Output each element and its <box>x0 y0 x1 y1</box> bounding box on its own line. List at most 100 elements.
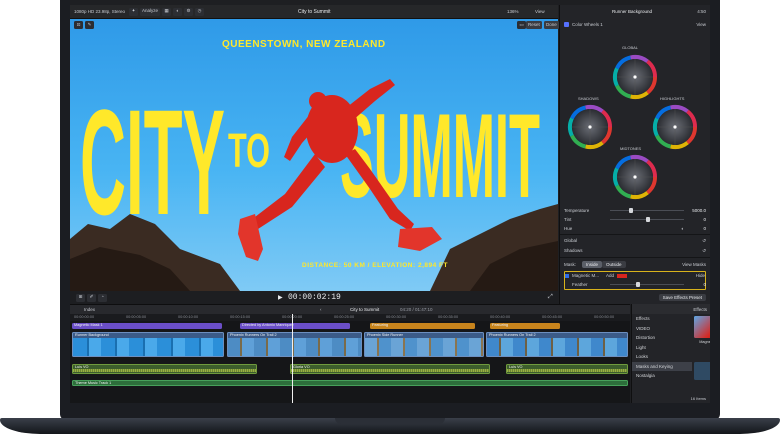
tint-slider[interactable] <box>610 216 684 222</box>
save-effects-preset-button[interactable]: Save Effects Preset <box>658 294 706 301</box>
temperature-label: Temperature <box>564 208 590 213</box>
speaker-icon[interactable]: ◐ <box>173 7 183 16</box>
viewer-view-menu[interactable]: View <box>535 9 545 14</box>
grid-icon[interactable]: ▦ <box>162 7 172 16</box>
clip-label: Luis VO <box>509 365 523 369</box>
mask-inside-button[interactable]: Inside <box>582 261 603 268</box>
tint-value[interactable]: 0 <box>688 217 706 222</box>
mask-checkbox[interactable] <box>565 274 569 278</box>
viewer-transport-bar: ⊞ ✐ ◔ ▶ 00:00:02:19 ⤢ <box>70 291 558 304</box>
timeline-clip[interactable]: Featuring <box>490 323 560 329</box>
mask-hide-button[interactable]: Hide <box>696 273 705 278</box>
effects-category[interactable]: Masks and Keying <box>632 361 692 371</box>
feather-row[interactable]: Feather 0 <box>564 280 706 289</box>
color-wheel-highlights[interactable] <box>653 105 697 149</box>
effects-category[interactable]: VIDEO <box>632 324 692 334</box>
effect-thumbnail[interactable] <box>694 362 710 380</box>
mask-view-icon[interactable]: ▭ <box>517 21 526 29</box>
timeline-clip[interactable]: Gloria VO <box>290 364 490 374</box>
ruler-tick-label: 00:00:25:00 <box>334 315 355 319</box>
timeline-clip[interactable]: Phoenix Runners On Trail 2 <box>486 332 628 357</box>
effect-name-row[interactable]: Color Wheels 1 View <box>564 20 706 29</box>
shadows-section[interactable]: Shadows ↺ <box>564 246 706 255</box>
tint-row[interactable]: Tint 0 <box>564 215 706 224</box>
final-cut-pro-window: 1080p HD 23.98p, Stereo ✦ Analyze ▦ ◐ ⚙ … <box>70 0 710 403</box>
reset-button[interactable]: Reset <box>526 21 542 29</box>
play-icon[interactable]: ▶ <box>278 294 283 301</box>
timeline-clip[interactable]: Luis VO <box>72 364 257 374</box>
effects-category[interactable]: Light <box>632 343 692 353</box>
timeline-clip[interactable]: Luis VO <box>506 364 628 374</box>
ruler-tick-label: 00:00:50:00 <box>594 315 615 319</box>
pen-tool-icon[interactable]: ✐ <box>87 293 96 302</box>
clip-label: Gloria VO <box>293 365 310 369</box>
color-wheels[interactable] <box>560 33 710 208</box>
index-button[interactable]: Index <box>84 307 95 312</box>
shadows-reset-icon[interactable]: ↺ <box>702 248 706 254</box>
clip-label: Phoenix Runners On Trail 2 <box>230 333 277 337</box>
timeline-clip[interactable]: Directed by Antonio Manriquez <box>240 323 350 329</box>
ruler-tick-label: 00:00:00:00 <box>74 315 95 319</box>
feather-value[interactable]: 0 <box>688 282 706 287</box>
timeline-clip[interactable]: Featuring <box>370 323 475 329</box>
color-wheel-midtones[interactable] <box>613 155 657 199</box>
global-reset-icon[interactable]: ↺ <box>702 238 706 244</box>
hue-dial-icon[interactable]: ◐ <box>681 226 684 231</box>
inspector-header: Runner Background 4:50 <box>564 7 706 16</box>
mask-color-swatch[interactable] <box>617 274 628 278</box>
effects-category[interactable]: Looks <box>632 352 692 362</box>
speed-icon[interactable]: ◔ <box>98 293 107 302</box>
ruler-tick-label: 00:00:40:00 <box>490 315 511 319</box>
viewer-project-title: City to Summit <box>298 8 331 15</box>
viewer-canvas[interactable]: CITY TO SUMMIT QUEENSTOWN, NEW ZEALAND D… <box>70 19 558 291</box>
mask-outside-button[interactable]: Outside <box>602 261 626 268</box>
temperature-value[interactable]: 5000.0 <box>688 208 706 213</box>
analyze-button[interactable]: Analyze <box>140 7 161 16</box>
effects-category[interactable]: Nostalgia <box>632 371 692 381</box>
effect-thumbnail[interactable] <box>694 316 710 338</box>
playhead[interactable] <box>292 314 293 403</box>
effects-header: Effects <box>632 304 710 314</box>
timeline-clip[interactable]: Theme Music Track 1 <box>72 380 628 386</box>
global-section[interactable]: Global ↺ <box>564 236 706 245</box>
effects-category[interactable]: Distortion <box>632 333 692 343</box>
timeline-duration: 04:20 / 01:47:10 <box>400 307 433 312</box>
effect-name: Color Wheels 1 <box>572 22 603 27</box>
viewer-zoom[interactable]: 136% <box>507 9 519 14</box>
done-button[interactable]: Done <box>544 21 559 29</box>
transform-icon[interactable]: ⊡ <box>74 21 83 29</box>
timeline-clip[interactable]: Runner Background <box>72 332 224 357</box>
timeline-ruler[interactable]: 00:00:00:00 00:00:05:00 00:00:10:00 00:00:1… <box>70 314 630 321</box>
hue-value[interactable]: 0 <box>688 226 706 231</box>
gear-icon[interactable]: ⚙ <box>184 7 194 16</box>
wheel-label-highlights: HIGHLIGHTS <box>660 96 685 101</box>
hue-row[interactable]: Hue ◐ 0 <box>564 224 706 233</box>
color-wheel-shadows[interactable] <box>568 105 612 149</box>
back-icon[interactable]: ‹ <box>320 307 322 312</box>
feather-slider[interactable] <box>610 281 684 287</box>
fullscreen-icon[interactable]: ⤢ <box>548 294 553 301</box>
tint-label: Tint <box>564 217 572 222</box>
color-wheel-global[interactable] <box>613 55 657 99</box>
timecode: 00:00:02:19 <box>288 293 341 302</box>
effects-browser: Effects Effects VIDEO Distortion Light Looks… <box>631 304 710 403</box>
timeline-project-title: City to Summit <box>350 307 380 312</box>
timeline-clip[interactable]: Phoenix Side Runner <box>364 332 484 357</box>
pen-icon[interactable]: ✎ <box>85 21 94 29</box>
timeline[interactable]: Magnetic Mask 1 Directed by Antonio Manr… <box>70 321 630 403</box>
view-masks-menu[interactable]: View Masks <box>682 262 706 267</box>
temperature-row[interactable]: Temperature 5000.0 <box>564 206 706 215</box>
timeline-clip[interactable]: Phoenix Runners On Trail 2 <box>227 332 362 357</box>
inspector-zoom: 4:50 <box>697 9 706 14</box>
effects-category-list: Effects VIDEO Distortion Light Looks Masks an… <box>632 314 692 392</box>
crop-icon[interactable]: ⊞ <box>76 293 85 302</box>
sparkle-icon[interactable]: ✦ <box>129 7 139 16</box>
mask-add-button[interactable]: Add <box>606 273 614 278</box>
timeline-clip[interactable]: Magnetic Mask 1 <box>72 323 222 329</box>
timer-icon[interactable]: ◷ <box>195 7 205 16</box>
color-wheels-icon <box>564 22 569 27</box>
inspector-view-menu[interactable]: View <box>696 22 706 27</box>
effects-category[interactable]: Effects <box>632 314 692 324</box>
temperature-slider[interactable] <box>610 207 684 213</box>
poster-stats: DISTANCE: 50 KM / ELEVATION: 2,894 FT <box>302 262 448 269</box>
